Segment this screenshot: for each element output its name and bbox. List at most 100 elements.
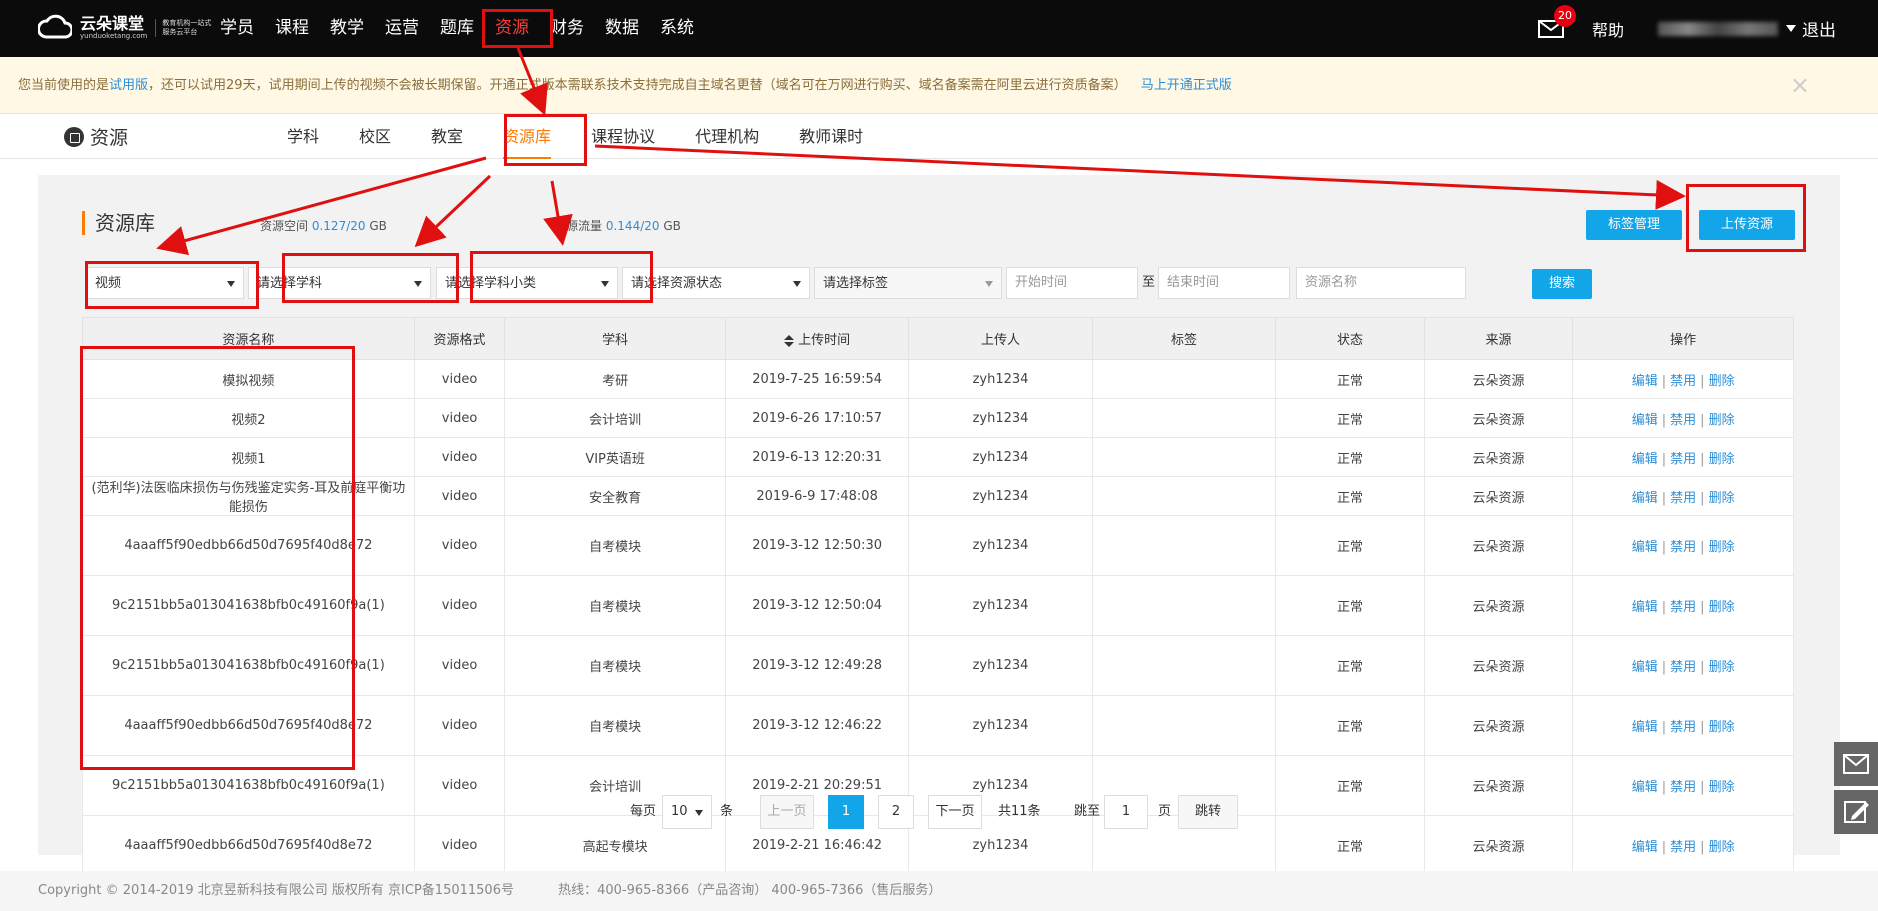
resource-name-input[interactable]: 资源名称 <box>1296 267 1466 299</box>
brand-logo[interactable]: 云朵课堂 yunduoketang.com 教育机构一站式服务云平台 <box>37 12 211 44</box>
disable-link[interactable]: 禁用 <box>1670 491 1696 506</box>
disable-link[interactable]: 禁用 <box>1670 720 1696 735</box>
cell-time: 2019-6-13 12:20:31 <box>724 437 910 477</box>
cell-uploader: zyh1234 <box>908 575 1093 636</box>
page-button-1[interactable]: 1 <box>828 795 864 829</box>
help-link[interactable]: 帮助 <box>1592 17 1624 41</box>
subcategory-select[interactable]: 请选择学科小类 <box>436 267 618 299</box>
tab-4[interactable]: 课程协议 <box>591 114 655 159</box>
trial-notice-banner: 您当前使用的是试用版，还可以试用29天，试用期间上传的视频不会被长期保留。开通正… <box>0 57 1878 114</box>
column-header-3[interactable]: 上传时间 <box>724 317 910 360</box>
tag-select[interactable]: 请选择标签 <box>814 267 1002 299</box>
cell-tag <box>1091 575 1277 636</box>
end-time-input[interactable]: 结束时间 <box>1158 267 1290 299</box>
edit-link[interactable]: 编辑 <box>1632 452 1658 467</box>
nav-item-0[interactable]: 学员 <box>220 0 254 57</box>
goto-page-input[interactable]: 1 <box>1104 795 1148 829</box>
cell-source: 云朵资源 <box>1423 515 1574 576</box>
column-header-label: 上传时间 <box>798 333 851 348</box>
tab-6[interactable]: 教师课时 <box>799 114 863 159</box>
disable-link[interactable]: 禁用 <box>1670 540 1696 555</box>
delete-link[interactable]: 删除 <box>1709 540 1735 555</box>
goto-button[interactable]: 跳转 <box>1178 795 1238 829</box>
edit-link[interactable]: 编辑 <box>1632 540 1658 555</box>
delete-link[interactable]: 删除 <box>1709 374 1735 389</box>
column-header-5: 标签 <box>1091 317 1277 360</box>
tab-3[interactable]: 资源库 <box>503 114 552 159</box>
tab-0[interactable]: 学科 <box>287 114 319 159</box>
per-page-select[interactable]: 10 <box>662 795 712 829</box>
table-header: 资源名称 资源格式 学科 上传时间 上传人 标签 状态 来源 操作 <box>82 317 1794 360</box>
search-button[interactable]: 搜索 <box>1532 269 1592 299</box>
disable-link[interactable]: 禁用 <box>1670 840 1696 855</box>
nav-item-3[interactable]: 运营 <box>385 0 419 57</box>
chevron-down-icon <box>985 281 993 287</box>
tab-2[interactable]: 教室 <box>431 114 463 159</box>
subject-select[interactable]: 请选择学科 <box>248 267 431 299</box>
feedback-float-button[interactable] <box>1834 790 1878 834</box>
disable-link[interactable]: 禁用 <box>1670 374 1696 389</box>
disable-link[interactable]: 禁用 <box>1670 413 1696 428</box>
nav-item-2[interactable]: 教学 <box>330 0 364 57</box>
delete-link[interactable]: 删除 <box>1709 491 1735 506</box>
disable-link[interactable]: 禁用 <box>1670 660 1696 675</box>
prev-page-button[interactable]: 上一页 <box>760 795 814 829</box>
edit-link[interactable]: 编辑 <box>1632 660 1658 675</box>
edit-link[interactable]: 编辑 <box>1632 720 1658 735</box>
tab-1[interactable]: 校区 <box>359 114 391 159</box>
column-header-4: 上传人 <box>908 317 1093 360</box>
delete-link[interactable]: 删除 <box>1709 600 1735 615</box>
user-name-redacted[interactable] <box>1658 21 1778 36</box>
edit-link[interactable]: 编辑 <box>1632 600 1658 615</box>
cell-tag <box>1091 695 1277 756</box>
nav-item-5[interactable]: 资源 <box>495 0 529 57</box>
sort-icon[interactable] <box>784 334 795 347</box>
nav-item-8[interactable]: 系统 <box>660 0 694 57</box>
chevron-down-icon[interactable] <box>1786 25 1796 32</box>
separator: | <box>1661 600 1667 615</box>
delete-link[interactable]: 删除 <box>1709 660 1735 675</box>
nav-item-6[interactable]: 财务 <box>550 0 584 57</box>
separator: | <box>1700 600 1705 615</box>
disable-link[interactable]: 禁用 <box>1670 780 1696 795</box>
nav-item-1[interactable]: 课程 <box>275 0 309 57</box>
upgrade-link[interactable]: 马上开通正式版 <box>1141 78 1232 93</box>
column-header-label: 标签 <box>1170 333 1197 348</box>
delete-link[interactable]: 删除 <box>1709 413 1735 428</box>
page-button-2[interactable]: 2 <box>878 795 914 829</box>
delete-link[interactable]: 删除 <box>1709 720 1735 735</box>
separator: | <box>1700 660 1705 675</box>
delete-link[interactable]: 删除 <box>1709 780 1735 795</box>
delete-link[interactable]: 删除 <box>1709 452 1735 467</box>
tag-manage-button[interactable]: 标签管理 <box>1586 210 1682 240</box>
edit-link[interactable]: 编辑 <box>1632 780 1658 795</box>
edit-link[interactable]: 编辑 <box>1632 413 1658 428</box>
edit-link[interactable]: 编辑 <box>1632 374 1658 389</box>
start-time-input[interactable]: 开始时间 <box>1006 267 1138 299</box>
logout-link[interactable]: 退出 <box>1802 16 1836 41</box>
traffic-value: 0.144/20 <box>605 219 660 233</box>
cell-status: 正常 <box>1275 695 1425 756</box>
upload-resource-button[interactable]: 上传资源 <box>1699 210 1795 240</box>
chevron-down-icon <box>793 281 801 287</box>
edit-link[interactable]: 编辑 <box>1632 840 1658 855</box>
cell-time: 2019-3-12 12:50:30 <box>724 515 910 576</box>
close-icon[interactable]: × <box>1790 57 1810 114</box>
tab-5[interactable]: 代理机构 <box>695 114 759 159</box>
message-float-button[interactable] <box>1834 742 1878 786</box>
mail-icon[interactable]: 20 <box>1537 4 1576 38</box>
separator: | <box>1661 780 1667 795</box>
nav-item-7[interactable]: 数据 <box>605 0 639 57</box>
disable-link[interactable]: 禁用 <box>1670 600 1696 615</box>
cell-subject: 自考模块 <box>504 635 726 696</box>
cell-actions: 编辑 | 禁用 | 删除 <box>1572 476 1794 516</box>
edit-link[interactable]: 编辑 <box>1632 491 1658 506</box>
delete-link[interactable]: 删除 <box>1709 840 1735 855</box>
disable-link[interactable]: 禁用 <box>1670 452 1696 467</box>
cell-format: video <box>413 398 506 438</box>
nav-item-4[interactable]: 题库 <box>440 0 474 57</box>
status-select[interactable]: 请选择资源状态 <box>622 267 810 299</box>
type-select[interactable]: 视频 <box>86 267 244 299</box>
cell-source: 云朵资源 <box>1423 476 1574 516</box>
next-page-button[interactable]: 下一页 <box>928 795 982 829</box>
